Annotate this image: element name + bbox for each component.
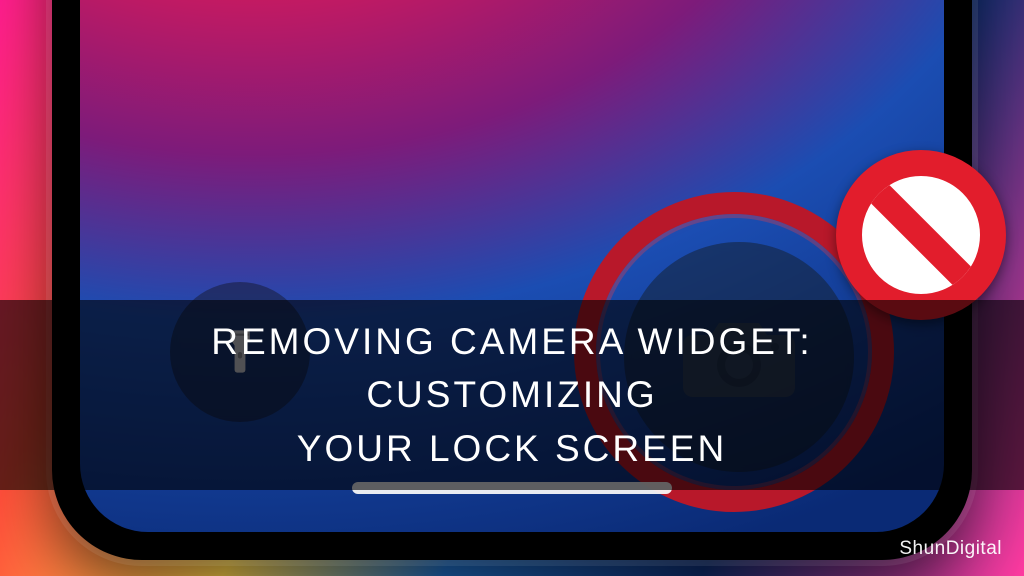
hero-graphic: REMOVING CAMERA WIDGET: CUSTOMIZING YOUR…: [0, 0, 1024, 576]
prohibit-icon: [836, 150, 1006, 320]
caption-line-2: YOUR LOCK SCREEN: [297, 428, 727, 469]
caption-line-1: REMOVING CAMERA WIDGET: CUSTOMIZING: [211, 321, 812, 416]
caption-overlay: REMOVING CAMERA WIDGET: CUSTOMIZING YOUR…: [0, 300, 1024, 490]
watermark: ShunDigital: [899, 538, 1002, 560]
caption-title: REMOVING CAMERA WIDGET: CUSTOMIZING YOUR…: [60, 315, 964, 476]
